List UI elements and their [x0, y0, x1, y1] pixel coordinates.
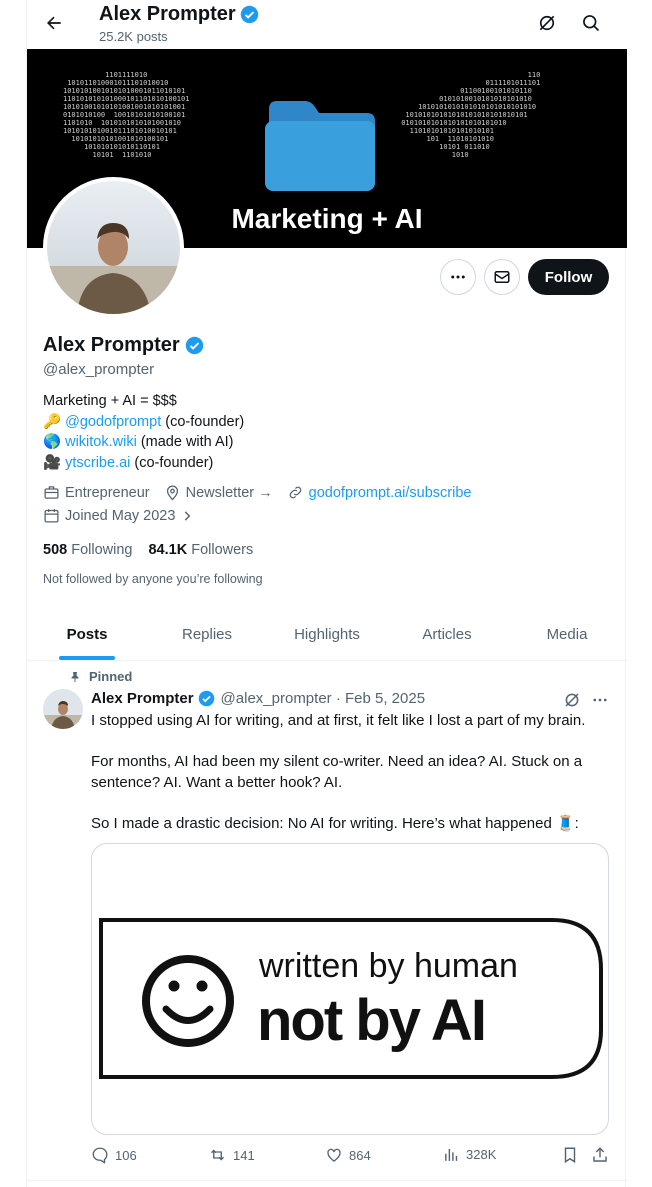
pin-icon	[71, 671, 79, 682]
profile-meta-row-1: Entrepreneur Newsletter → godofprompt.ai…	[43, 484, 486, 501]
globe-icon: 🌎	[43, 434, 62, 450]
bio-line-2: 🔑 @godofprompt (co-founder)	[43, 413, 245, 430]
post-header: Alex Prompter @alex_prompter · Feb 5, 20…	[91, 690, 425, 707]
post-text: I stopped using AI for writing, and at f…	[91, 712, 586, 832]
share-button[interactable]	[591, 1146, 609, 1164]
post-avatar[interactable]	[43, 689, 83, 729]
briefcase-icon	[44, 486, 59, 499]
avatar-image	[43, 689, 83, 729]
bio-line-1: Marketing + AI = $$$	[43, 393, 177, 409]
posts-count: 25.2K posts	[99, 29, 168, 44]
profile-meta-row-2: Joined May 2023	[43, 507, 208, 524]
tab-media[interactable]: Media	[507, 608, 627, 660]
profile-column: Alex Prompter 25.2K posts 1101111010 101…	[26, 0, 627, 1187]
follow-button[interactable]: Follow	[528, 259, 609, 295]
chevron-right-icon	[185, 510, 191, 521]
reply-icon	[92, 1147, 108, 1164]
post-media[interactable]: written by human not by AI	[91, 843, 609, 1135]
binary-art-right: 110 0111101011101 01100100101010110 0101…	[401, 71, 541, 159]
search-icon	[583, 15, 600, 32]
more-horizontal-icon	[593, 698, 607, 702]
bio-line-3: 🌎 wikitok.wiki (made with AI)	[43, 434, 234, 450]
calendar-icon	[44, 509, 59, 523]
profile-website[interactable]: godofprompt.ai/subscribe	[287, 484, 472, 501]
profile-category: Entrepreneur	[43, 484, 150, 501]
avatar-image	[47, 181, 180, 314]
link-icon	[289, 486, 302, 499]
profile-bio: Marketing + AI = $$$ 🔑 @godofprompt (co-…	[43, 391, 244, 473]
post-more-button[interactable]	[589, 689, 611, 711]
profile-joined[interactable]: Joined May 2023	[43, 507, 194, 524]
grok-icon	[565, 693, 579, 707]
views-button[interactable]: 328K	[443, 1146, 496, 1163]
like-button[interactable]: 864	[325, 1146, 371, 1164]
location-pin-icon	[166, 485, 178, 501]
folder-icon	[265, 101, 375, 191]
divider	[27, 1180, 627, 1181]
mail-icon	[494, 271, 510, 283]
bio-link-godofprompt[interactable]: @godofprompt	[65, 414, 161, 430]
header-title: Alex Prompter	[99, 3, 259, 26]
profile-name-row: Alex Prompter	[43, 334, 204, 357]
media-line-2: not by AI	[257, 988, 485, 1053]
profile-handle: @alex_prompter	[43, 361, 155, 378]
bio-line-4: 🎥 ytscribe.ai (co-founder)	[43, 454, 214, 471]
back-button[interactable]	[39, 8, 69, 38]
search-button[interactable]	[576, 8, 606, 38]
post-handle-date[interactable]: @alex_prompter · Feb 5, 2025	[221, 690, 426, 707]
key-icon: 🔑	[43, 413, 62, 430]
bio-link-wikitok[interactable]: wikitok.wiki	[65, 434, 137, 450]
grok-button[interactable]	[532, 8, 562, 38]
following-link[interactable]: 508 Following	[43, 542, 132, 558]
follow-stats: 508 Following 84.1K Followers	[43, 542, 253, 558]
share-icon	[593, 1147, 607, 1162]
header-name: Alex Prompter	[99, 3, 236, 25]
followers-link[interactable]: 84.1K Followers	[148, 542, 253, 558]
grok-icon	[539, 15, 555, 31]
media-line-1: written by human	[258, 947, 518, 985]
profile-name: Alex Prompter	[43, 334, 180, 356]
bio-link-ytscribe[interactable]: ytscribe.ai	[65, 455, 130, 471]
post-grok-button[interactable]	[561, 689, 583, 711]
not-by-ai-badge: written by human not by AI	[99, 918, 603, 1079]
verified-badge-icon	[198, 690, 214, 707]
verified-badge-icon[interactable]	[185, 336, 204, 355]
repost-button[interactable]: 141	[208, 1146, 255, 1164]
repost-icon	[211, 1149, 224, 1161]
website-link[interactable]: godofprompt.ai/subscribe	[309, 485, 472, 501]
arrow-left-icon	[47, 16, 61, 30]
top-bar: Alex Prompter 25.2K posts	[27, 0, 627, 49]
camera-icon: 🎥	[43, 454, 62, 471]
pinned-label: Pinned	[69, 669, 132, 684]
post-author[interactable]: Alex Prompter	[91, 690, 194, 707]
heart-icon	[327, 1148, 341, 1162]
profile-avatar[interactable]	[43, 177, 184, 318]
post-actions: 106 141 864 328K	[91, 1146, 611, 1170]
verified-badge-icon	[240, 5, 258, 24]
bookmark-icon	[564, 1147, 576, 1164]
tab-posts[interactable]: Posts	[27, 608, 147, 660]
profile-location: Newsletter →	[164, 484, 273, 501]
profile-tabs: Posts Replies Highlights Articles Media	[27, 608, 627, 661]
not-followed-note: Not followed by anyone you’re following	[43, 572, 263, 586]
tab-articles[interactable]: Articles	[387, 608, 507, 660]
bar-chart-icon	[445, 1148, 458, 1161]
bookmark-button[interactable]	[561, 1146, 579, 1164]
tab-replies[interactable]: Replies	[147, 608, 267, 660]
tab-highlights[interactable]: Highlights	[267, 608, 387, 660]
reply-button[interactable]: 106	[91, 1146, 137, 1164]
more-options-button[interactable]	[440, 259, 476, 295]
message-button[interactable]	[484, 259, 520, 295]
binary-art-left: 1101111010 101011010001011101010010 1010…	[63, 71, 190, 159]
more-horizontal-icon	[451, 275, 465, 279]
